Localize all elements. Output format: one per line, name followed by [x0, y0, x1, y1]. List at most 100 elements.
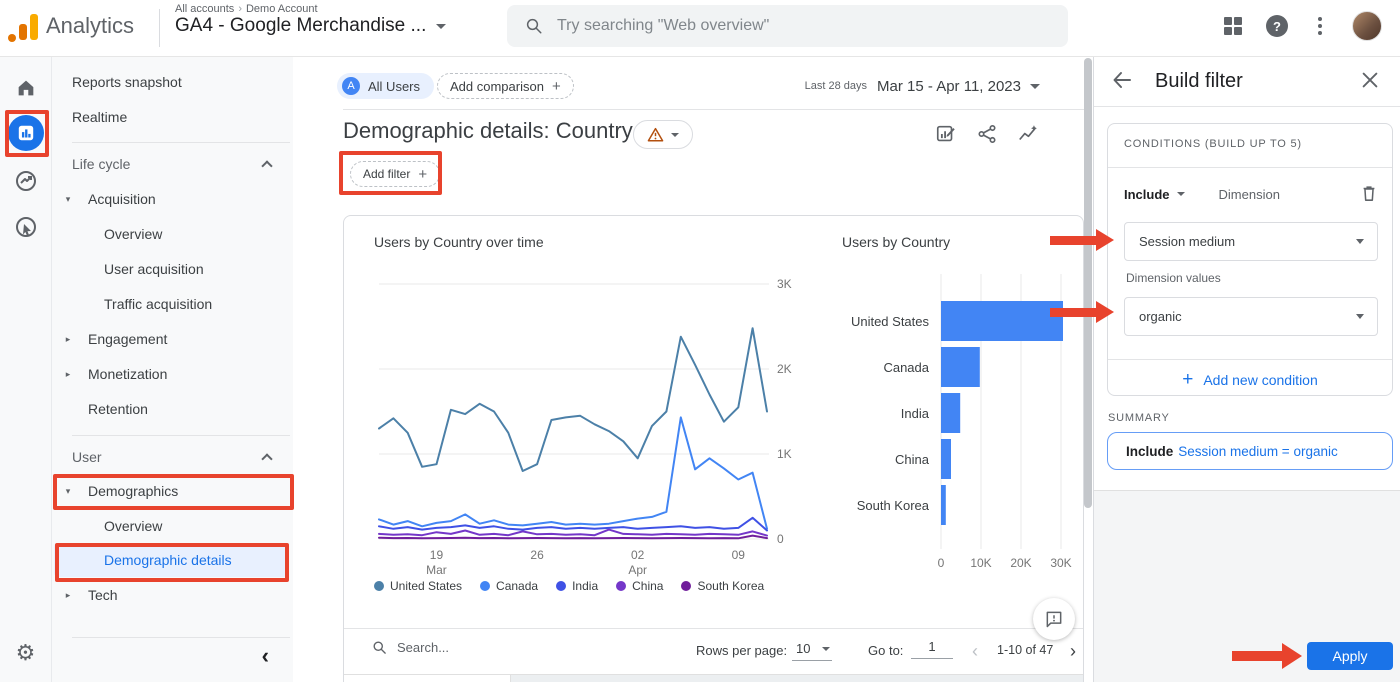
data-table-header [344, 674, 1083, 682]
rows-per-page-select[interactable]: 10 [792, 639, 833, 661]
legend-dot-icon [374, 581, 384, 591]
collapsed-arrow-icon[interactable]: ▸ [61, 581, 75, 609]
nav-item-realtime[interactable]: Realtime [52, 103, 293, 131]
summary-header: SUMMARY [1108, 412, 1170, 424]
legend-item-south-korea[interactable]: South Korea [681, 579, 764, 593]
collapsed-arrow-icon[interactable]: ▸ [61, 325, 75, 353]
report-charts-card: Users by Country over time Users by Coun… [343, 215, 1084, 682]
legend-item-united-states[interactable]: United States [374, 579, 462, 593]
dimension-dropdown[interactable]: Session medium [1124, 222, 1378, 261]
search-icon [373, 641, 386, 654]
nav-item-reports-snapshot[interactable]: Reports snapshot [52, 68, 293, 96]
table-search-input[interactable] [397, 640, 517, 655]
user-avatar[interactable] [1352, 11, 1382, 41]
collapse-nav-icon[interactable]: ‹ [262, 645, 269, 667]
data-quality-badge[interactable] [633, 120, 693, 149]
nav-item-monetization[interactable]: ▸ Monetization [52, 360, 293, 388]
nav-item-user-acquisition[interactable]: User acquisition [52, 255, 293, 283]
audience-chip-label: All Users [368, 78, 421, 94]
nav-item-acquisition[interactable]: ▾ Acquisition [52, 185, 293, 213]
svg-text:Apr: Apr [628, 563, 647, 577]
nav-item-engagement[interactable]: ▸ Engagement [52, 325, 293, 353]
card-divider [1108, 167, 1392, 168]
share-icon[interactable] [976, 123, 998, 145]
chevron-down-icon [1176, 192, 1185, 196]
plus-icon: + [551, 77, 561, 95]
goto-label: Go to: [868, 643, 904, 658]
goto-page-input[interactable] [911, 639, 953, 659]
include-select[interactable]: Include [1124, 187, 1185, 202]
help-icon[interactable]: ? [1266, 15, 1288, 37]
close-icon[interactable] [1359, 69, 1381, 96]
apply-button[interactable]: Apply [1307, 642, 1393, 670]
audience-avatar-icon: A [342, 77, 360, 95]
svg-text:0: 0 [938, 556, 945, 570]
svg-text:China: China [895, 452, 930, 467]
dimension-values-label: Dimension values [1126, 271, 1221, 285]
feedback-button[interactable] [1033, 598, 1075, 640]
chart-legend: United States Canada India China South Korea [374, 579, 764, 593]
dimension-values-dropdown-value: organic [1139, 309, 1182, 324]
svg-text:United States: United States [851, 314, 930, 329]
date-range-value: Mar 15 - Apr 11, 2023 [877, 77, 1021, 95]
explore-icon[interactable] [8, 163, 44, 199]
collapsed-arrow-icon[interactable]: ▸ [61, 360, 75, 388]
ga4-application: Analytics All accounts › Demo Account GA… [0, 0, 1400, 682]
more-vertical-icon[interactable] [1312, 15, 1328, 37]
svg-text:20K: 20K [1010, 556, 1031, 570]
analytics-logo-icon [8, 12, 40, 42]
brand-name: Analytics [46, 13, 135, 38]
svg-text:09: 09 [732, 548, 746, 562]
admin-gear-icon[interactable]: ⚙ [8, 635, 44, 671]
chevron-down-icon [1030, 83, 1040, 89]
advertising-icon[interactable] [8, 209, 44, 245]
back-arrow-icon[interactable] [1110, 68, 1134, 97]
legend-item-india[interactable]: India [556, 579, 598, 593]
users-over-time-line-chart: 0 1K 2K 3K 19Mar 26 02Apr 09 [378, 277, 792, 577]
legend-item-canada[interactable]: Canada [480, 579, 538, 593]
add-new-condition-button[interactable]: + Add new condition [1108, 364, 1392, 396]
audience-chip[interactable]: A All Users [337, 73, 435, 99]
legend-dot-icon [480, 581, 491, 591]
rows-per-page-label: Rows per page: [696, 643, 788, 658]
expand-arrow-icon[interactable]: ▾ [61, 185, 75, 213]
nav-item-retention[interactable]: Retention [52, 395, 293, 423]
nav-item-tech[interactable]: ▸ Tech [52, 581, 293, 609]
top-app-bar: Analytics All accounts › Demo Account GA… [0, 0, 1400, 57]
users-by-country-bar-chart: 0 10K 20K 30K United States Canada India China S… [851, 274, 1072, 570]
legend-item-china[interactable]: China [616, 579, 663, 593]
chevron-down-icon [671, 132, 679, 137]
nav-section-user[interactable]: User [52, 443, 293, 471]
breadcrumb: All accounts › Demo Account [175, 3, 318, 15]
previous-page-icon[interactable]: ‹ [972, 641, 978, 662]
property-selector[interactable]: GA4 - Google Merchandise ... [175, 15, 447, 37]
property-name: GA4 - Google Merchandise ... [175, 15, 427, 36]
nav-section-life-cycle[interactable]: Life cycle [52, 150, 293, 178]
next-page-icon[interactable]: › [1070, 641, 1076, 662]
annotation-box-demographic-details [55, 543, 289, 582]
home-icon[interactable] [8, 70, 44, 106]
delete-condition-icon[interactable] [1360, 183, 1378, 208]
main-scrollbar[interactable] [1084, 58, 1092, 508]
svg-text:10K: 10K [970, 556, 991, 570]
warning-icon [647, 127, 664, 142]
legend-dot-icon [556, 581, 567, 591]
global-search-input[interactable] [557, 17, 997, 35]
add-comparison-button[interactable]: Add comparison + [437, 73, 574, 99]
dimension-values-dropdown[interactable]: organic [1124, 297, 1378, 336]
date-range-picker[interactable]: Last 28 days Mar 15 - Apr 11, 2023 [805, 73, 1040, 99]
breadcrumb-demo-account[interactable]: Demo Account [246, 3, 318, 15]
chevron-up-icon [261, 160, 273, 172]
insights-icon[interactable] [1017, 123, 1039, 145]
google-apps-grid-icon[interactable] [1224, 17, 1242, 35]
breadcrumb-all-accounts[interactable]: All accounts [175, 3, 234, 15]
nav-item-traffic-acquisition[interactable]: Traffic acquisition [52, 290, 293, 318]
svg-text:Canada: Canada [883, 360, 929, 375]
svg-text:Mar: Mar [426, 563, 447, 577]
global-search[interactable] [507, 5, 1068, 47]
nav-item-demographics-overview[interactable]: Overview [52, 512, 293, 540]
table-search[interactable] [372, 640, 517, 655]
nav-item-acquisition-overview[interactable]: Overview [52, 220, 293, 248]
customize-report-icon[interactable] [935, 123, 957, 145]
header-divider [159, 9, 160, 47]
